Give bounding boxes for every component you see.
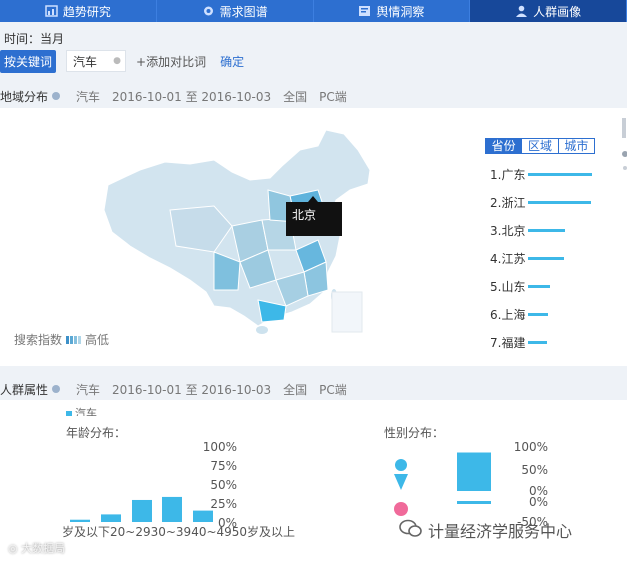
ranking-label: 5.山东 — [490, 279, 526, 294]
ranking-label: 1.广东 — [490, 167, 526, 182]
map-tooltip: 北京 — [286, 196, 342, 236]
logo-text: 大数据局 — [21, 542, 66, 555]
ranking-item[interactable]: 3.北京 — [490, 216, 610, 244]
section-keyword: 汽车 — [76, 382, 101, 397]
ranking-label: 6.上海 — [490, 307, 526, 322]
map-scale-legend: 搜索指数 高低 — [14, 331, 109, 348]
scale-range: 高低 — [85, 333, 110, 347]
ranking-item[interactable]: 5.山东 — [490, 272, 610, 300]
wechat-icon — [399, 519, 422, 537]
section-date-range: 2016-10-01 至 2016-10-03 — [112, 382, 272, 397]
ranking-label: 7.福建 — [490, 335, 526, 350]
gender-chart-title: 性别分布： — [384, 426, 445, 440]
ranking-item[interactable]: 2.浙江 — [490, 188, 610, 216]
ranking-item[interactable]: 6.上海 — [490, 300, 610, 328]
ranking-bar — [528, 256, 564, 260]
crowd-section-header: 人群属性 汽车 2016-10-01 至 2016-10-03 全国 PC端 — [0, 379, 359, 399]
ranking-label: 2.浙江 — [490, 195, 526, 210]
tab-city[interactable]: 城市 — [558, 139, 594, 153]
ranking-bar — [528, 312, 548, 316]
ranking-item[interactable]: 1.广东 — [490, 160, 610, 188]
tab-region[interactable]: 区域 — [522, 139, 559, 153]
section-device: PC端 — [319, 382, 347, 397]
section-scope: 全国 — [283, 382, 308, 397]
tooltip-label: 北京 — [292, 208, 317, 222]
scale-label: 搜索指数 — [14, 333, 63, 347]
ranking-bar — [528, 284, 550, 288]
region-type-tabs: 省份 区域 城市 — [485, 138, 595, 154]
help-icon[interactable] — [52, 385, 61, 393]
brand-logo: ◎ 大数据局 — [8, 540, 65, 556]
ranking-bar — [528, 340, 547, 344]
tooltip-arrow — [308, 196, 318, 202]
legend-swatch — [66, 411, 72, 416]
page-root: 趋势研究 需求图谱 舆情洞察 人群画像 时间：当月 按关键词 汽车 ● +添加对… — [0, 0, 627, 561]
section-title: 人群属性 — [0, 382, 49, 397]
male-icon — [394, 459, 408, 490]
ranking-label: 4.江苏 — [490, 251, 526, 266]
ranking-bar — [528, 228, 565, 232]
province-ranking: 1.广东 2.浙江 3.北京 4.江苏 5.山东 6.上海 7.福建 — [490, 160, 610, 356]
ranking-bar — [528, 172, 592, 176]
age-chart-title: 年龄分布： — [66, 426, 127, 440]
side-scroll-strip[interactable] — [620, 108, 627, 188]
watermark-text: 计量经济学服务中心 — [428, 522, 573, 541]
logo-icon: ◎ — [8, 542, 22, 555]
chart-legend: 汽车 — [66, 404, 97, 416]
tab-province[interactable]: 省份 — [486, 139, 523, 153]
ranking-item[interactable]: 7.福建 — [490, 328, 610, 356]
legend-label: 汽车 — [75, 407, 97, 416]
ranking-label: 3.北京 — [490, 223, 526, 238]
ranking-item[interactable]: 4.江苏 — [490, 244, 610, 272]
scale-bars — [66, 335, 82, 344]
ranking-bar — [528, 200, 591, 204]
